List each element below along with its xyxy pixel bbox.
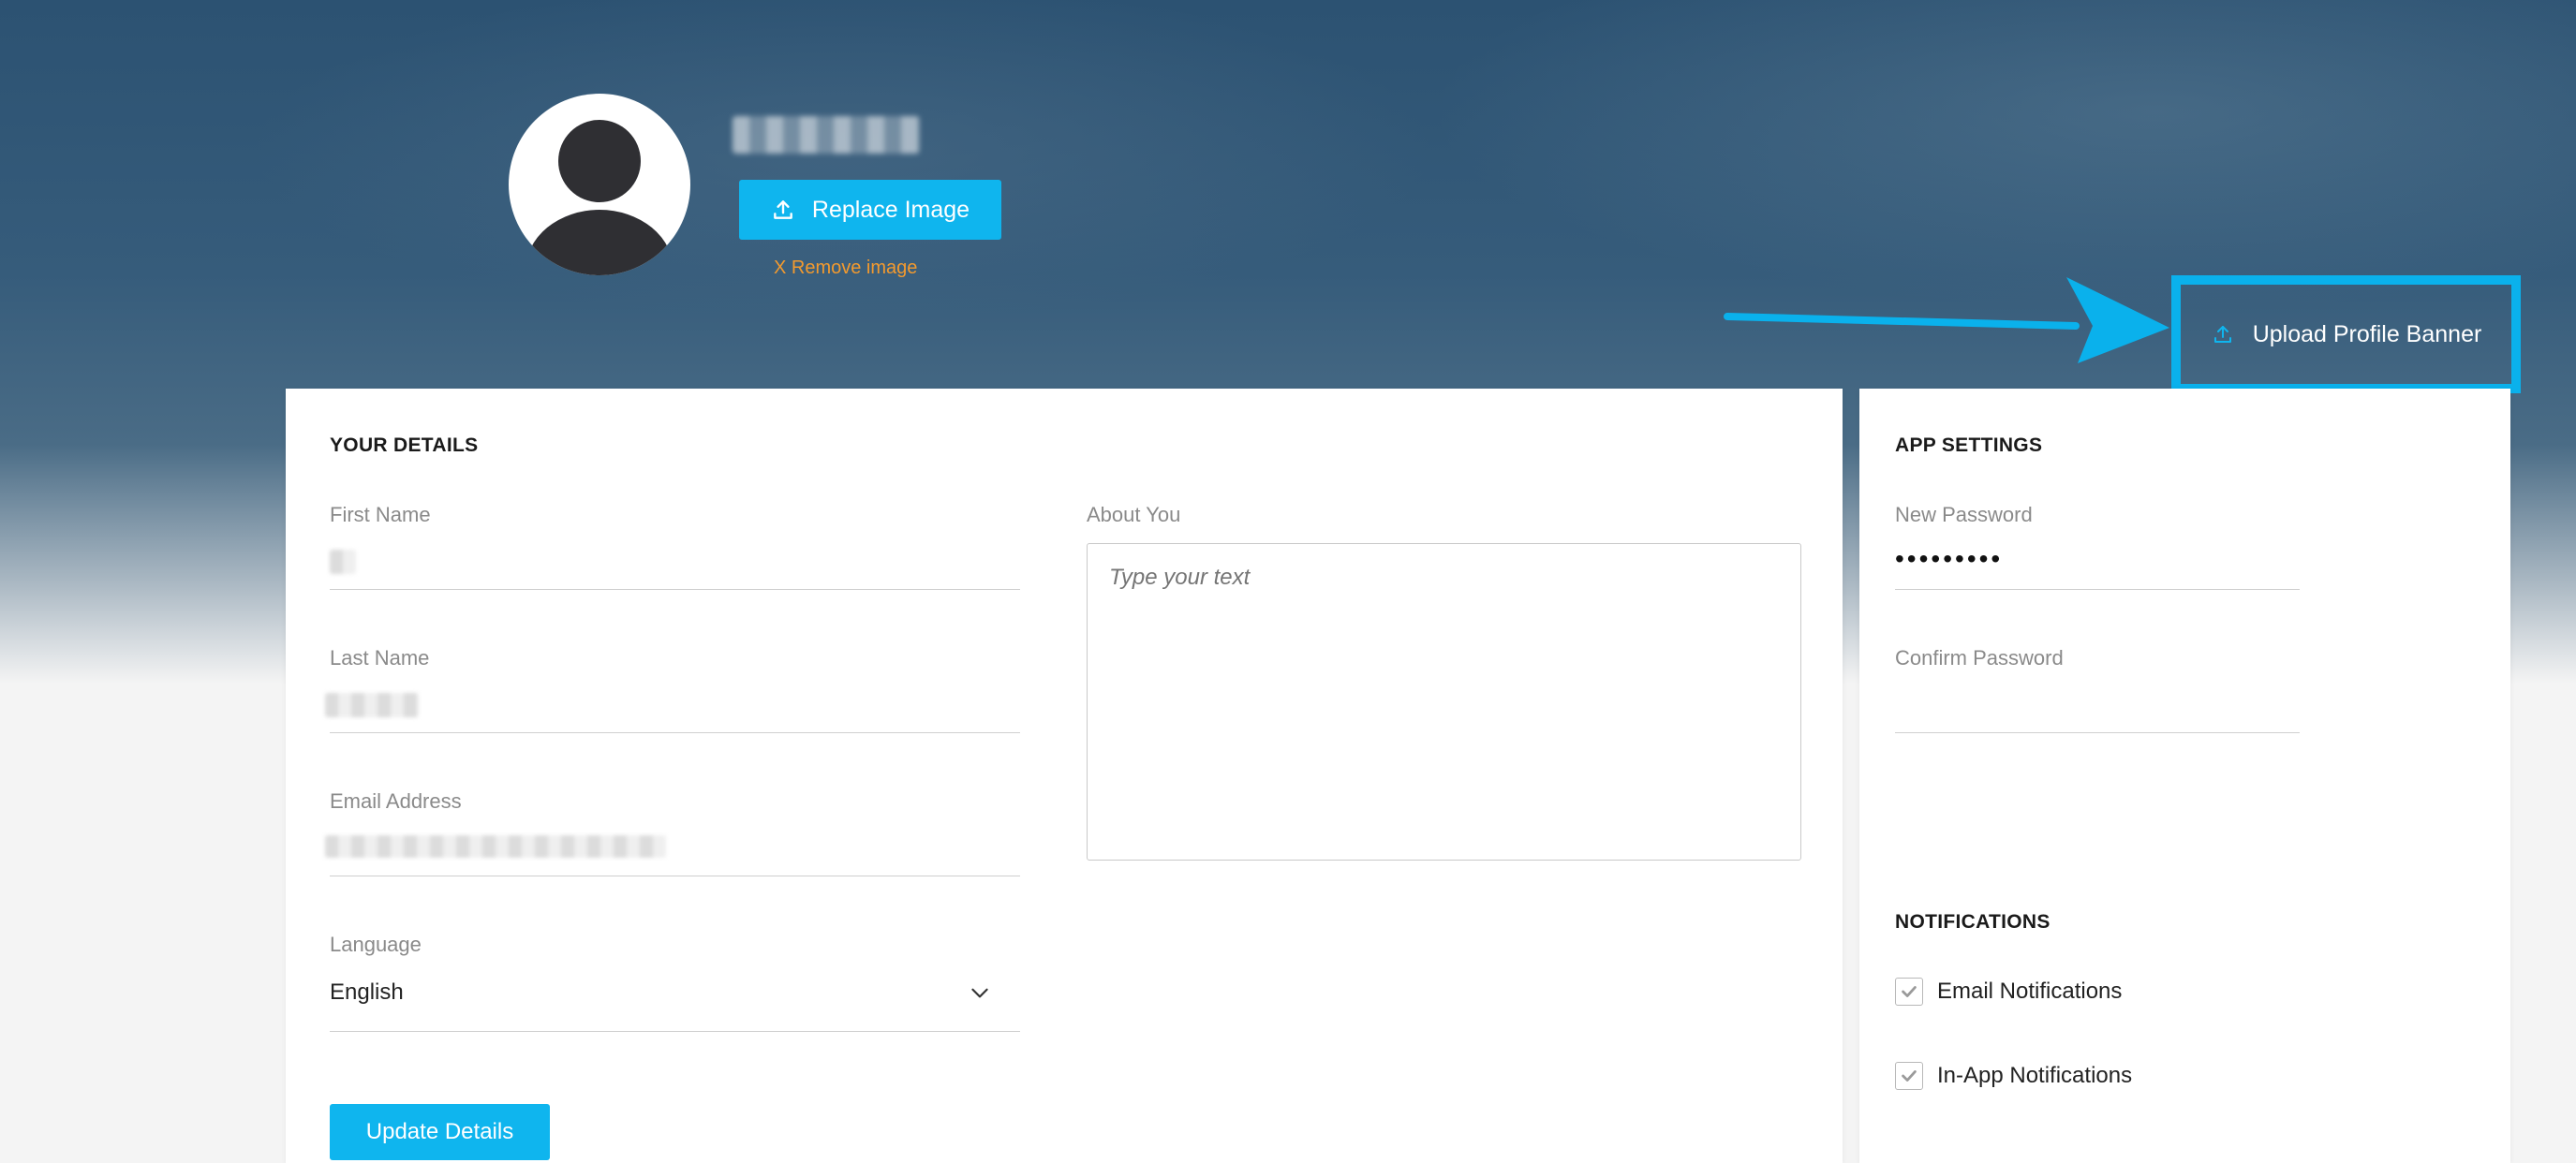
- last-name-label: Last Name: [330, 646, 430, 670]
- your-details-card: YOUR DETAILS First Name Last Name Email …: [286, 389, 1843, 1163]
- about-label: About You: [1087, 503, 1181, 526]
- avatar-head-shape: [558, 120, 641, 202]
- your-details-title: YOUR DETAILS: [330, 434, 479, 456]
- app-settings-card: APP SETTINGS New Password ••••••••• Conf…: [1859, 389, 2510, 1163]
- confirm-password-underline: [1895, 732, 2300, 733]
- language-select[interactable]: English: [330, 969, 1020, 1016]
- in-app-notifications-checkbox[interactable]: [1895, 1062, 1923, 1090]
- upload-icon: [2213, 326, 2231, 343]
- language-selected-value: English: [330, 979, 404, 1005]
- check-icon: [1902, 1070, 1917, 1082]
- replace-image-button[interactable]: Replace Image: [739, 180, 1001, 240]
- confirm-password-label: Confirm Password: [1895, 646, 2064, 670]
- first-name-underline: [330, 589, 1020, 590]
- replace-image-label: Replace Image: [811, 196, 970, 223]
- username-redacted: [733, 116, 920, 154]
- last-name-underline: [330, 732, 1020, 733]
- new-password-input[interactable]: •••••••••: [1895, 544, 2003, 574]
- new-password-label: New Password: [1895, 503, 2033, 526]
- avatar-body-shape: [526, 210, 674, 275]
- in-app-notifications-label: In-App Notifications: [1937, 1063, 2133, 1088]
- last-name-value-redacted[interactable]: [325, 693, 419, 717]
- language-label: Language: [330, 933, 422, 956]
- remove-image-link[interactable]: X Remove image: [774, 258, 917, 279]
- upload-icon: [774, 200, 792, 219]
- email-notifications-checkbox[interactable]: [1895, 978, 1923, 1006]
- check-icon: [1902, 986, 1917, 997]
- language-underline: [330, 1031, 1020, 1032]
- upload-banner-label: Upload Profile Banner: [2252, 320, 2482, 347]
- update-details-button[interactable]: Update Details: [330, 1104, 550, 1160]
- app-settings-title: APP SETTINGS: [1895, 434, 2043, 456]
- avatar: [509, 94, 690, 275]
- email-label: Email Address: [330, 789, 462, 813]
- email-notifications-label: Email Notifications: [1937, 979, 2123, 1004]
- chevron-down-icon: [971, 988, 988, 998]
- first-name-label: First Name: [330, 503, 431, 526]
- new-password-underline: [1895, 589, 2300, 590]
- upload-profile-banner-button[interactable]: Upload Profile Banner: [2188, 292, 2505, 376]
- notifications-title: NOTIFICATIONS: [1895, 911, 2050, 933]
- confirm-password-input[interactable]: [1895, 688, 2300, 729]
- email-value-redacted[interactable]: [325, 835, 666, 858]
- arrow-annotation: [1724, 277, 2169, 363]
- first-name-value-redacted[interactable]: [330, 550, 356, 574]
- about-textarea[interactable]: [1087, 543, 1801, 861]
